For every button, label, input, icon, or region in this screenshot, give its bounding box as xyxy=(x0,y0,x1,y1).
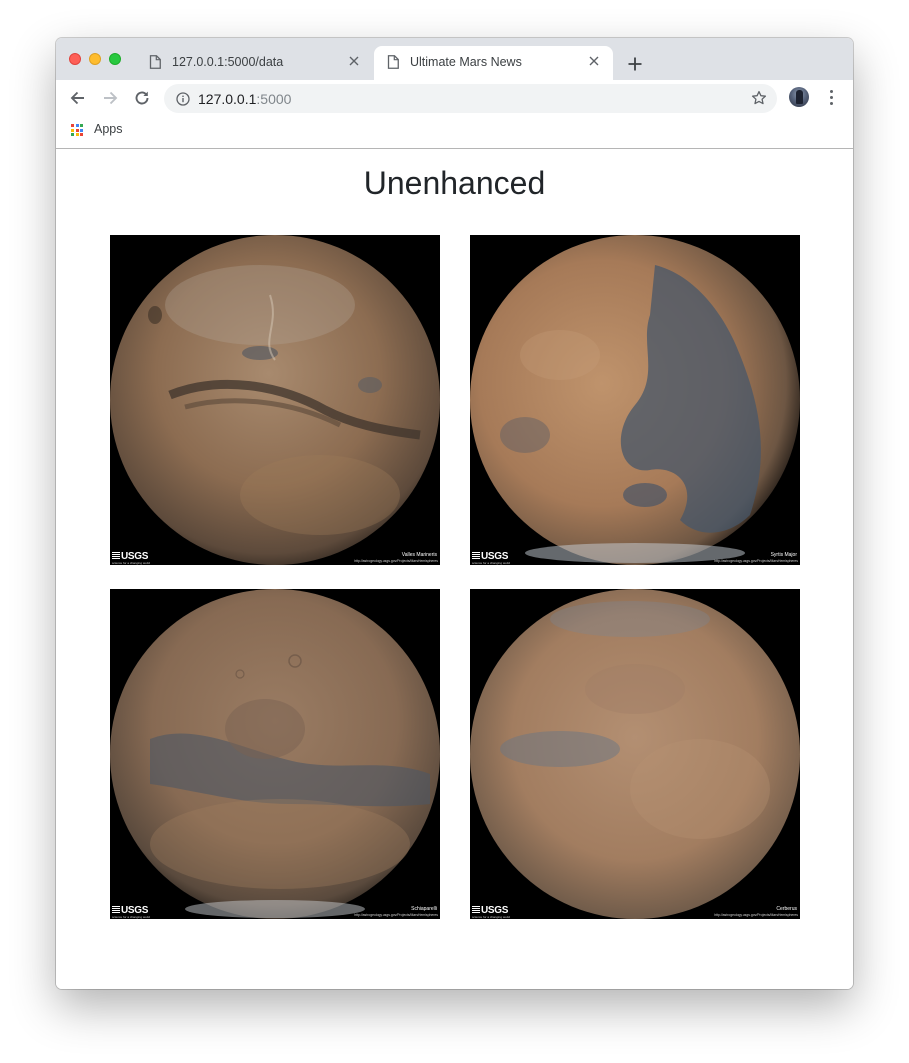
browser-toolbar: 127.0.0.1:5000 xyxy=(56,80,853,116)
hemisphere-caption: Cerberus xyxy=(776,906,797,912)
bookmarks-bar: Apps xyxy=(56,116,853,149)
mars-globe xyxy=(470,589,800,919)
mars-globe xyxy=(110,235,440,565)
forward-arrow-icon[interactable] xyxy=(100,88,120,108)
hemisphere-image-syrtis-major[interactable]: USGS science for a changing world Syrtis… xyxy=(470,235,800,565)
page-icon xyxy=(149,55,161,72)
bookmark-star-icon[interactable] xyxy=(751,90,767,111)
tab-title: 127.0.0.1:5000/data xyxy=(172,55,284,69)
close-tab-icon[interactable] xyxy=(587,54,601,68)
hemisphere-image-cerberus[interactable]: USGS science for a changing world Cerber… xyxy=(470,589,800,919)
hemisphere-image-schiaparelli[interactable]: USGS science for a changing world Schiap… xyxy=(110,589,440,919)
mars-globe xyxy=(110,589,440,919)
url-text: 127.0.0.1:5000 xyxy=(198,91,291,107)
hemisphere-caption: Valles Marineris xyxy=(401,552,437,558)
reload-icon[interactable] xyxy=(132,88,152,108)
browser-window: 127.0.0.1:5000/data Ultimate Mars News 1… xyxy=(56,38,853,989)
tab-ultimate-mars-news[interactable]: Ultimate Mars News xyxy=(374,46,613,80)
apps-bookmark[interactable]: Apps xyxy=(94,122,123,136)
usgs-tagline: science for a changing world xyxy=(112,915,151,919)
image-source-url: http://astrogeology.usgs.gov/Projects/Ma… xyxy=(354,559,438,563)
usgs-tagline: science for a changing world xyxy=(472,561,511,565)
browser-menu-icon[interactable] xyxy=(826,90,836,106)
hemisphere-caption: Syrtis Major xyxy=(770,552,797,558)
hemisphere-image-valles-marineris[interactable]: USGS science for a changing world Valles… xyxy=(110,235,440,565)
usgs-tagline: science for a changing world xyxy=(112,561,151,565)
usgs-tagline: science for a changing world xyxy=(472,915,511,919)
info-icon[interactable] xyxy=(176,92,190,111)
back-arrow-icon[interactable] xyxy=(68,88,88,108)
page-title: Unenhanced xyxy=(363,165,546,201)
address-bar[interactable]: 127.0.0.1:5000 xyxy=(164,84,777,113)
url-port: :5000 xyxy=(256,91,292,107)
image-source-url: http://astrogeology.usgs.gov/Projects/Ma… xyxy=(714,559,798,563)
profile-avatar[interactable] xyxy=(789,87,809,107)
image-source-url: http://astrogeology.usgs.gov/Projects/Ma… xyxy=(714,913,798,917)
hemisphere-caption: Schiaparelli xyxy=(411,906,437,912)
image-source-url: http://astrogeology.usgs.gov/Projects/Ma… xyxy=(354,913,438,917)
minimize-window-button[interactable] xyxy=(89,53,101,65)
mars-globe xyxy=(470,235,800,565)
apps-grid-icon[interactable] xyxy=(71,124,83,136)
tab-strip: 127.0.0.1:5000/data Ultimate Mars News xyxy=(56,38,853,80)
tab-title: Ultimate Mars News xyxy=(410,55,522,69)
tab-data[interactable]: 127.0.0.1:5000/data xyxy=(136,46,373,80)
close-window-button[interactable] xyxy=(69,53,81,65)
page-icon xyxy=(387,55,399,72)
new-tab-plus-icon[interactable] xyxy=(625,54,645,74)
url-host: 127.0.0.1 xyxy=(198,91,257,107)
maximize-window-button[interactable] xyxy=(109,53,121,65)
close-tab-icon[interactable] xyxy=(347,54,361,68)
page-content: Unenhanced USGS science for a changing w… xyxy=(56,149,853,989)
